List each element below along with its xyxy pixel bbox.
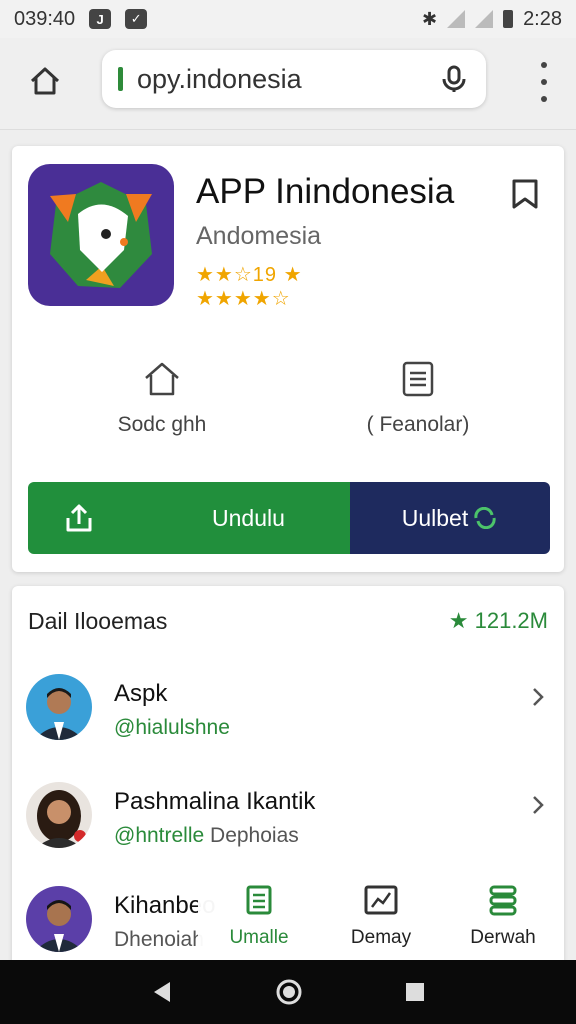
app-developer: Andomesia bbox=[196, 222, 322, 250]
list-count: ★ 121.2M bbox=[448, 608, 548, 633]
app-title: APP Inindonesia bbox=[196, 172, 455, 211]
avatar bbox=[26, 674, 92, 740]
chevron-right-icon bbox=[533, 796, 544, 814]
status-bar: 039:40 J ✓ ✱ 2:28 bbox=[0, 0, 576, 38]
stack-icon bbox=[489, 885, 517, 916]
overflow-menu-icon[interactable] bbox=[538, 62, 550, 102]
home-circle-icon[interactable] bbox=[275, 978, 303, 1006]
nav-item-demay[interactable]: Demay bbox=[320, 874, 442, 960]
battery-icon bbox=[503, 10, 514, 28]
home-button[interactable] bbox=[24, 62, 66, 100]
action-document[interactable]: ( Feanolar) bbox=[318, 360, 518, 437]
app-logo bbox=[28, 164, 174, 306]
action-label: Sodc ghh bbox=[117, 413, 207, 436]
wifi-icon bbox=[447, 10, 466, 28]
status-time-right: 2:28 bbox=[523, 7, 562, 30]
person-handle: Dhenoiah bbox=[114, 928, 204, 951]
secondary-button[interactable]: Uulbet bbox=[350, 482, 550, 554]
notification-icon: ✓ bbox=[125, 9, 148, 29]
chevron-right-icon bbox=[533, 688, 544, 706]
microphone-icon[interactable] bbox=[438, 63, 470, 95]
nav-label: Demay bbox=[350, 927, 412, 948]
avatar bbox=[26, 886, 92, 952]
action-home[interactable]: Sodc ghh bbox=[62, 360, 262, 437]
back-icon[interactable] bbox=[150, 979, 174, 1005]
secondary-label: Uulbet bbox=[401, 504, 469, 531]
sync-icon bbox=[474, 507, 496, 529]
signal-icon bbox=[475, 10, 494, 28]
download-button[interactable]: Undulu bbox=[28, 482, 350, 554]
rating-stars: ★★☆19 ★ bbox=[196, 264, 303, 286]
person-handle: @hntrelle Dephoias bbox=[114, 824, 299, 847]
action-label: ( Feanolar) bbox=[366, 413, 470, 436]
person-handle: @hialulshne bbox=[114, 716, 230, 739]
bluetooth-icon: ✱ bbox=[421, 8, 438, 29]
list-header: Dail Ilooemas bbox=[28, 608, 168, 634]
browser-toolbar: opy.indonesia bbox=[0, 38, 576, 130]
home-outline-icon bbox=[145, 362, 179, 396]
nav-label: Umalle bbox=[229, 927, 289, 948]
nav-label: Derwah bbox=[470, 927, 536, 948]
url-text: opy.indonesia bbox=[137, 63, 302, 94]
system-navigation-bar bbox=[0, 960, 576, 1024]
avatar bbox=[26, 782, 92, 848]
nav-item-derwah[interactable]: Derwah bbox=[442, 874, 564, 960]
bottom-navigation: Umalle Demay Derwah bbox=[198, 874, 564, 960]
address-bar[interactable]: opy.indonesia bbox=[102, 50, 486, 108]
bookmark-icon[interactable] bbox=[510, 178, 540, 210]
app-card: APP Inindonesia Andomesia ★★☆19 ★ ★★★★☆ … bbox=[12, 146, 564, 572]
list-item[interactable]: Pashmalina Ikantik @hntrelle Dephoias bbox=[26, 782, 550, 862]
person-name: Pashmalina Ikantik bbox=[114, 788, 316, 815]
notification-icon: J bbox=[89, 9, 112, 29]
secure-icon bbox=[118, 67, 123, 91]
document-icon bbox=[402, 361, 434, 397]
download-label: Undulu bbox=[212, 504, 285, 531]
home-icon bbox=[30, 67, 60, 95]
recents-icon[interactable] bbox=[404, 981, 426, 1003]
status-time-left: 039:40 bbox=[14, 7, 76, 30]
chart-icon bbox=[364, 885, 398, 915]
list-item[interactable]: Aspk @hialulshne bbox=[26, 674, 550, 754]
list-icon bbox=[246, 885, 272, 915]
rating-stars-secondary: ★★★★☆ bbox=[196, 288, 291, 310]
nav-item-umalle[interactable]: Umalle bbox=[198, 874, 320, 960]
person-name: Aspk bbox=[114, 680, 168, 707]
install-buttons: Undulu Uulbet bbox=[28, 482, 550, 554]
share-icon bbox=[66, 504, 92, 532]
